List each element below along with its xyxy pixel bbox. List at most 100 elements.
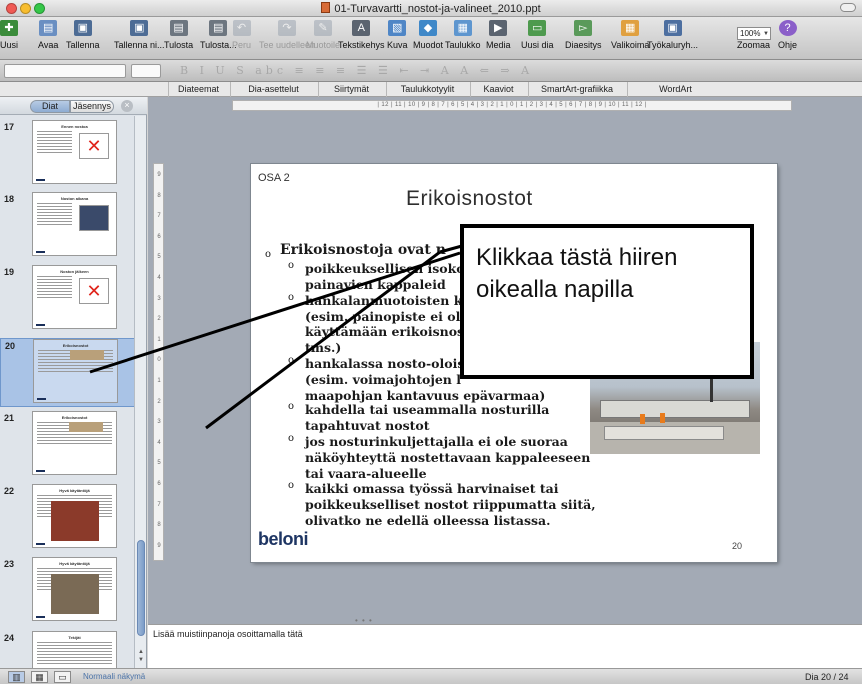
slide-thumbnail-row[interactable]: 21 Erikoisnostot bbox=[0, 411, 135, 480]
thumbnail-title: Hyvä käytäntöjä bbox=[59, 561, 90, 566]
ruler-mark: 3 bbox=[157, 295, 161, 302]
ruler-mark: 6 bbox=[157, 233, 161, 240]
toolbar-button-2[interactable]: ▤ Avaa bbox=[38, 20, 58, 50]
sub-bullet-line: kaikki omassa työssä harvinaiset tai bbox=[305, 481, 559, 496]
ruler-mark: 8 bbox=[157, 522, 161, 529]
ruler-mark: 4 bbox=[157, 275, 161, 281]
ruler-mark: 2 bbox=[157, 316, 161, 323]
ribbon-tab-5[interactable]: Kaaviot bbox=[470, 82, 526, 97]
tab-outline[interactable]: Jäsennys bbox=[70, 100, 114, 113]
thumbnail-number: 24 bbox=[4, 633, 15, 643]
normal-view-icon[interactable]: ▥ bbox=[8, 671, 25, 683]
toolbar-button-18[interactable]: ▣ Työkaluryh... bbox=[647, 20, 698, 50]
new-slide-icon: ▭ bbox=[528, 20, 547, 36]
print-icon: ▤ bbox=[169, 20, 188, 36]
slide-thumbnail-row[interactable]: 17 Ennen nostoa ✕ bbox=[0, 120, 135, 189]
sub-bullet-line: hankalassa nosto-olois bbox=[305, 356, 465, 371]
toolbar-button-3[interactable]: ▣ Tallenna bbox=[66, 20, 100, 50]
toolbar-label: Media bbox=[486, 40, 511, 50]
font-name-combo[interactable] bbox=[4, 64, 126, 78]
ruler-mark: 6 bbox=[157, 481, 161, 487]
thumbnail-title: Tekijät bbox=[68, 635, 81, 640]
toolbar-button-1[interactable]: ✚ Uusi bbox=[0, 20, 18, 50]
ribbon-tab-7[interactable]: WordArt bbox=[627, 82, 723, 97]
ribbon-tab-6[interactable]: SmartArt-grafiikka bbox=[528, 82, 625, 97]
toolbar-button-14[interactable]: ▶ Media bbox=[486, 20, 511, 50]
print-dialog-icon: ▤ bbox=[209, 20, 228, 36]
slide-thumbnail[interactable]: Erikoisnostot bbox=[32, 411, 117, 475]
powerpoint-window: 01-Turvavartti_nostot-ja-valineet_2010.p… bbox=[0, 0, 862, 684]
thumbnail-title: Erikoisnostot bbox=[61, 415, 88, 420]
close-panel-icon[interactable]: × bbox=[121, 100, 133, 112]
slide-thumbnail-row[interactable]: 19 Noston jälkeen ✕ bbox=[0, 265, 135, 334]
toolbar-button-4[interactable]: ▣ Tallenna ni... bbox=[114, 20, 165, 50]
toolbar-button-17[interactable]: ▦ Valikoima bbox=[611, 20, 649, 50]
toolbar-button-5[interactable]: ▤ Tulosta bbox=[164, 20, 193, 50]
slide-thumbnail-row[interactable]: 24 Tekijät bbox=[0, 631, 135, 684]
toolbar-label: Tallenna ni... bbox=[114, 40, 165, 50]
ribbon-tab-4[interactable]: Taulukkotyylit bbox=[386, 82, 468, 97]
toolbar-button-12[interactable]: ◆ Muodot bbox=[413, 20, 443, 50]
thumbnail-number: 22 bbox=[4, 486, 15, 496]
ruler-mark: 4 bbox=[157, 439, 161, 446]
toolbar-button-15[interactable]: ▭ Uusi dia bbox=[521, 20, 554, 50]
sub-bullet-line: poikkeuksellisen isoko bbox=[305, 261, 465, 276]
slide-thumbnail-row[interactable]: 20 Erikoisnostot bbox=[0, 338, 135, 407]
notes-pane[interactable]: Lisää muistiinpanoja osoittamalla tätä bbox=[148, 624, 862, 668]
scroll-thumb[interactable] bbox=[137, 540, 145, 636]
toolbar-label: Avaa bbox=[38, 40, 59, 50]
notes-placeholder[interactable]: Lisää muistiinpanoja osoittamalla tätä bbox=[153, 629, 303, 639]
slide-thumbnail[interactable]: Erikoisnostot bbox=[33, 339, 118, 403]
toolbar-label: Uusi bbox=[0, 40, 19, 50]
sub-bullet-line: (esim. voimajohtojen l bbox=[305, 372, 461, 387]
panel-scrollbar[interactable]: ▲ ▼ bbox=[134, 116, 146, 668]
gallery-icon: ▦ bbox=[621, 20, 640, 36]
slides-panel: Diat Jäsennys × 17 Ennen nostoa ✕ 18 Noston … bbox=[0, 97, 147, 684]
slideshow-view-icon[interactable]: ▭ bbox=[54, 671, 71, 683]
slide-sorter-icon[interactable]: ▦ bbox=[31, 671, 48, 683]
sub-bullet-line: olivatko ne edellä olleessa listassa. bbox=[305, 513, 551, 528]
title-bar: 01-Turvavartti_nostot-ja-valineet_2010.p… bbox=[0, 0, 862, 17]
save-disk-icon: ▣ bbox=[73, 20, 92, 36]
zoom-value: 100% bbox=[740, 29, 761, 38]
toolbar-toggle-button[interactable] bbox=[840, 3, 856, 12]
slide-thumbnail[interactable]: Ennen nostoa ✕ bbox=[32, 120, 117, 184]
toolbar-button-16[interactable]: ▻ Diaesitys bbox=[565, 20, 602, 50]
toolbar-button-20[interactable]: ? Ohje bbox=[778, 20, 797, 50]
sub-bullet-line: hankalanmuotoisten k bbox=[305, 293, 463, 308]
toolbar-button-13[interactable]: ▦ Taulukko bbox=[445, 20, 481, 50]
slide-thumbnail-row[interactable]: 22 Hyvä käytäntöjä bbox=[0, 484, 135, 553]
scroll-arrows-icon[interactable]: ▲ ▼ bbox=[137, 648, 145, 664]
zoom-combo[interactable]: 100% ▼ bbox=[737, 27, 771, 40]
toolbar-label: Muotoile bbox=[306, 40, 341, 50]
ruler-mark: 2 bbox=[157, 398, 161, 405]
font-size-combo[interactable] bbox=[131, 64, 161, 78]
slide-thumbnail[interactable]: Noston aikana bbox=[32, 192, 117, 256]
toolbar-label: Peru bbox=[232, 40, 252, 50]
toolbar-button-10[interactable]: A Tekstikehys bbox=[338, 20, 385, 50]
sub-bullet-line: näköyhteyttä nostettavaan kappaleeseen bbox=[305, 450, 591, 465]
bullet-marker: o bbox=[265, 249, 272, 260]
view-mode-label: Normaali näkymä bbox=[83, 672, 146, 681]
toolbar-button-7[interactable]: ↶ Peru bbox=[232, 20, 251, 50]
toolbar-button-11[interactable]: ▧ Kuva bbox=[387, 20, 408, 50]
ribbon-tab-2[interactable]: Dia-asettelut bbox=[230, 82, 316, 97]
slide-thumbnail[interactable]: Noston jälkeen ✕ bbox=[32, 265, 117, 329]
toolbar-label: Tekstikehys bbox=[338, 40, 385, 50]
sub-bullet-line: poikkeukselliset nostot riippumatta siit… bbox=[305, 497, 596, 512]
thumbnail-title: Noston aikana bbox=[60, 196, 89, 201]
slide-thumbnail-row[interactable]: 23 Hyvä käytäntöjä bbox=[0, 557, 135, 626]
toolbox-icon: ▣ bbox=[663, 20, 682, 36]
slide-thumbnail-row[interactable]: 18 Noston aikana bbox=[0, 192, 135, 261]
window-title: 01-Turvavartti_nostot-ja-valineet_2010.p… bbox=[0, 2, 862, 15]
format-buttons-disabled: B I U S abc ≡ ≡ ≡ ☰ ☰ ⇤ ⇥ A A ⇐ ⇒ A bbox=[180, 64, 534, 77]
toolbar-button-9[interactable]: ✎ Muotoile bbox=[306, 20, 340, 50]
toolbar-label: Zoomaa bbox=[737, 40, 771, 50]
main-bullet: Erikoisnostoja ovat n bbox=[280, 242, 446, 258]
ribbon-tab-1[interactable]: Diateemat bbox=[168, 82, 228, 97]
slide-thumbnail[interactable]: Hyvä käytäntöjä bbox=[32, 557, 117, 621]
ribbon-tab-3[interactable]: Siirtymät bbox=[318, 82, 384, 97]
toolbar-label: Muodot bbox=[413, 40, 444, 50]
slide-thumbnail[interactable]: Hyvä käytäntöjä bbox=[32, 484, 117, 548]
tab-slides[interactable]: Diat bbox=[30, 100, 70, 113]
